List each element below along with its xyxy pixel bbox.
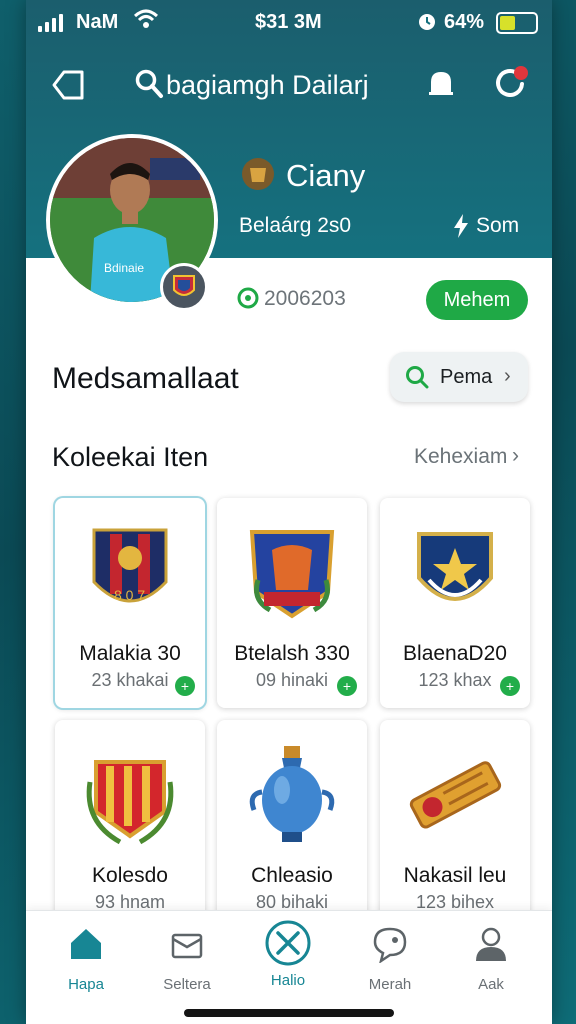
search-label: Pema [440, 366, 493, 388]
search-icon [406, 366, 429, 389]
battery-fill [500, 16, 516, 30]
collection-card[interactable]: Kolesdo 93 hnam [55, 720, 205, 930]
tab-label: Halio [270, 972, 306, 989]
collection-card[interactable]: BlaenaD20 123 khax + [380, 498, 530, 708]
rank-emblem-icon [240, 156, 276, 192]
home-button[interactable] [50, 66, 88, 104]
tab-label: Seltera [163, 976, 211, 993]
card-name: Btelalsh 330 [234, 642, 350, 665]
chat-icon [373, 927, 407, 964]
profile-level: Belaárg 2s0 [239, 214, 352, 237]
status-bar: NaM $31 3M 64% [0, 0, 576, 46]
jersey-text: Bdinaie [104, 261, 144, 275]
profile-status: Som [476, 214, 520, 237]
add-icon[interactable]: + [175, 676, 195, 696]
see-all-link[interactable]: Kehexiam [414, 445, 507, 469]
laurel-badge-icon [86, 760, 174, 845]
section-title: Medsamallaat [52, 362, 239, 395]
wifi-icon [133, 8, 159, 36]
card-name: Chleasio [251, 864, 333, 887]
nav-title: bagiamgh Dailarj [166, 70, 369, 100]
home-indicator[interactable] [184, 1009, 394, 1017]
ticket-icon [409, 761, 502, 829]
coin-icon [236, 286, 260, 310]
trophy-vase-icon [249, 746, 335, 842]
home-outline-icon [52, 70, 84, 100]
tab-store[interactable]: Seltera [147, 925, 227, 995]
collection-card[interactable]: Btelalsh 330 09 hinaki + [217, 498, 367, 708]
club-crest-icon: 8 0 7 [92, 528, 168, 603]
shield-badge-icon [249, 530, 335, 619]
tab-messages[interactable]: Merah [350, 925, 430, 995]
tab-tools[interactable]: Halio [248, 920, 328, 995]
user-icon [476, 927, 506, 961]
bell-icon [429, 72, 453, 95]
box-icon [171, 933, 203, 959]
chevron-right-icon: › [504, 365, 511, 387]
card-name: Nakasil leu [403, 864, 507, 887]
bottom-tab-bar: Hapa Seltera Halio Merah Aak [26, 910, 552, 1024]
search-icon[interactable] [134, 68, 164, 100]
card-name: Malakia 30 [79, 642, 181, 665]
search-button[interactable]: Pema › [390, 352, 528, 402]
card-name: Kolesdo [92, 864, 168, 887]
battery-icon [496, 12, 538, 34]
alarm-icon [416, 10, 438, 38]
card-name: BlaenaD20 [403, 642, 507, 665]
tab-label: Merah [368, 976, 412, 993]
battery-percent: 64% [444, 11, 485, 33]
bolt-icon [452, 214, 470, 238]
coin-balance: 2006203 [264, 287, 346, 310]
signal-icon [38, 14, 63, 32]
tab-profile[interactable]: Aak [451, 925, 531, 995]
collection-title: Koleekai Iten [52, 442, 209, 472]
clock: $31 3M [255, 11, 322, 33]
tools-icon [265, 920, 311, 966]
tab-label: Aak [478, 976, 504, 993]
collection-card[interactable]: 8 0 7 Malakia 30 23 khakai + [55, 498, 205, 708]
sync-icon [496, 66, 528, 97]
member-button[interactable]: Mehem [426, 280, 528, 320]
add-icon[interactable]: + [500, 676, 520, 696]
collection-card[interactable]: Nakasil leu 123 bihex [380, 720, 530, 930]
tab-home[interactable]: Hapa [46, 925, 126, 995]
svg-text:8 0 7: 8 0 7 [114, 587, 145, 603]
carrier-name: NaM [76, 11, 119, 33]
tab-label: Hapa [68, 976, 104, 993]
collection-card[interactable]: Chleasio 80 bihaki [217, 720, 367, 930]
profile-name: Ciany [286, 158, 366, 193]
top-nav-bar: bagiamgh Dailarj [0, 46, 576, 128]
home-icon [71, 929, 101, 959]
add-icon[interactable]: + [337, 676, 357, 696]
notification-button[interactable] [424, 66, 458, 100]
star-crest-icon [417, 532, 493, 601]
sync-button[interactable] [490, 64, 530, 104]
app-screen: Bdinaie Ciany Belaárg 2s0 Som 2006203 Me… [26, 0, 552, 1024]
club-badge-icon [160, 263, 208, 311]
chevron-right-icon[interactable]: › [512, 444, 519, 468]
